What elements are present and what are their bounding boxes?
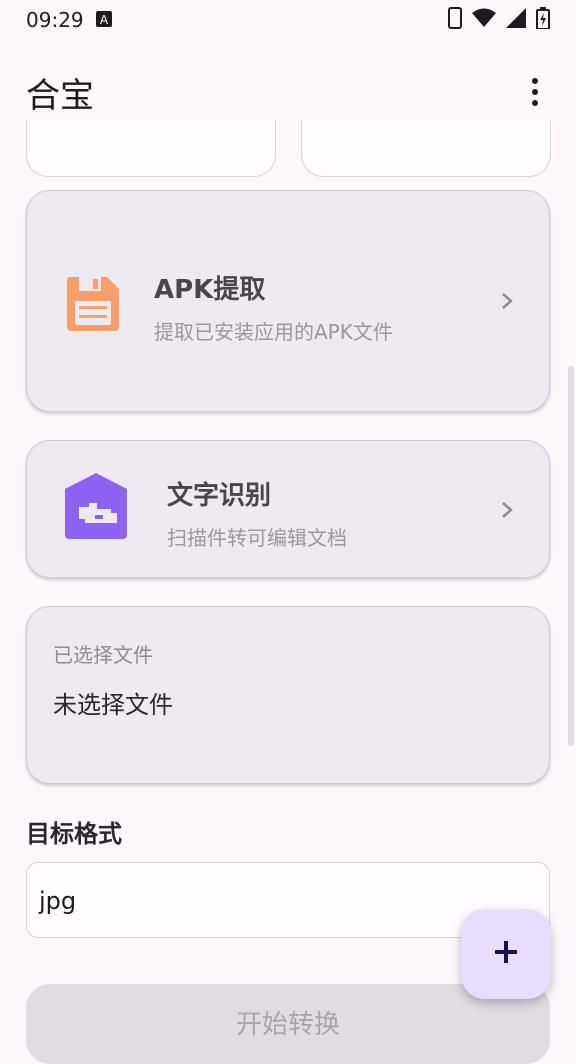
app-title: 合宝 (26, 75, 94, 116)
selected-file-value: 未选择文件 (53, 691, 173, 719)
save-file-icon (63, 273, 123, 333)
svg-text:A: A (100, 13, 109, 27)
partial-card-left[interactable] (26, 120, 276, 177)
battery-charging-icon (536, 7, 550, 33)
app-bar: 合宝 (0, 56, 576, 128)
signal-icon (506, 8, 526, 32)
apk-card-title: APK提取 (154, 275, 266, 305)
add-fab-button[interactable] (461, 909, 551, 999)
scan-house-icon (65, 473, 127, 539)
notification-a-icon: A (95, 8, 112, 32)
ocr-card-title: 文字识别 (167, 481, 272, 511)
more-vert-icon[interactable] (520, 72, 550, 112)
status-bar: 09:29 A (0, 0, 576, 40)
target-format-label: 目标格式 (26, 820, 122, 848)
wifi-icon (472, 8, 496, 32)
apk-card-subtitle: 提取已安装应用的APK文件 (154, 320, 393, 344)
phone-icon (448, 7, 462, 33)
start-convert-button[interactable]: 开始转换 (26, 984, 550, 1064)
ocr-card-subtitle: 扫描件转可编辑文档 (167, 526, 347, 550)
ocr-card[interactable]: 文字识别 扫描件转可编辑文档 (26, 440, 550, 578)
scrollbar[interactable] (568, 366, 574, 746)
status-time: 09:29 (26, 8, 84, 32)
chevron-right-icon (499, 502, 515, 518)
selected-file-label: 已选择文件 (53, 643, 153, 667)
selected-file-card[interactable]: 已选择文件 未选择文件 (26, 606, 550, 784)
partial-card-right[interactable] (301, 120, 551, 177)
apk-extract-card[interactable]: APK提取 提取已安装应用的APK文件 (26, 190, 550, 412)
plus-icon (494, 940, 518, 968)
chevron-right-icon (499, 293, 515, 309)
